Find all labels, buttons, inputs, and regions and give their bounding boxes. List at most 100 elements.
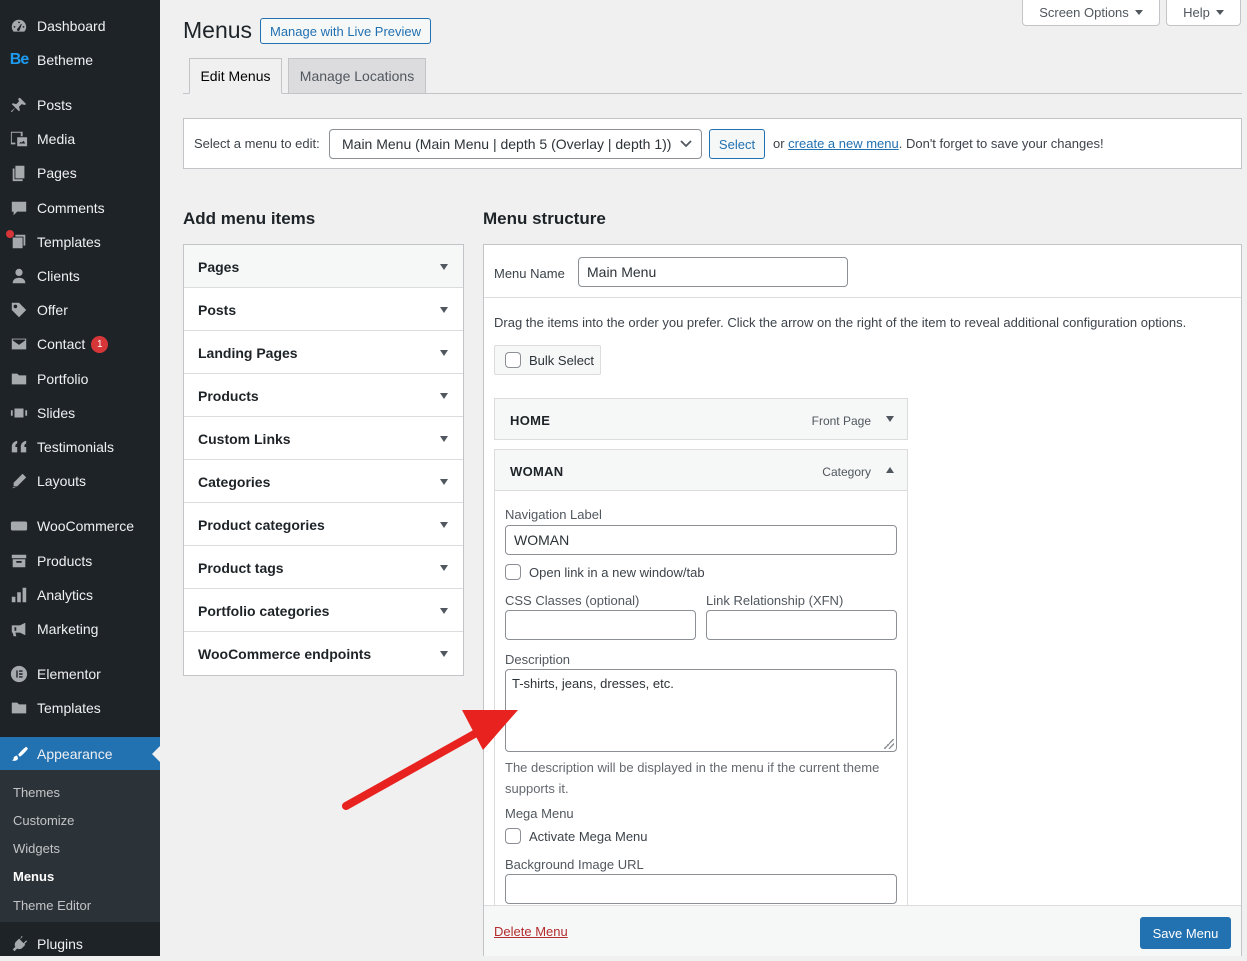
css-classes-label: CSS Classes (optional) xyxy=(505,593,640,608)
submenu-theme-editor[interactable]: Theme Editor xyxy=(13,898,91,913)
sidebar-item-label: WooCommerce xyxy=(37,518,134,534)
slides-icon xyxy=(8,402,30,424)
tab-manage-locations[interactable]: Manage Locations xyxy=(288,58,426,94)
resize-handle-icon[interactable] xyxy=(884,739,894,749)
sidebar-item-contact[interactable]: Contact 1 xyxy=(0,327,160,361)
bg-image-url-input[interactable] xyxy=(505,874,897,904)
screen-options-label: Screen Options xyxy=(1039,5,1129,20)
sidebar-item-betheme[interactable]: Be Betheme xyxy=(0,43,160,77)
chevron-up-icon[interactable] xyxy=(886,467,894,473)
help-button[interactable]: Help xyxy=(1166,0,1241,26)
accordion-title: Products xyxy=(198,388,259,404)
description-label: Description xyxy=(505,652,571,667)
sidebar-item-portfolio[interactable]: Portfolio xyxy=(0,362,160,396)
description-textarea[interactable]: T-shirts, jeans, dresses, etc. xyxy=(505,669,897,752)
submenu-customize[interactable]: Customize xyxy=(13,813,74,828)
sidebar-item-elementor[interactable]: Elementor xyxy=(0,657,160,691)
chevron-down-icon xyxy=(440,522,448,528)
sidebar-item-label: Templates xyxy=(37,700,101,716)
chevron-down-icon[interactable] xyxy=(886,416,894,422)
sidebar-item-label: Products xyxy=(37,553,93,569)
sidebar-item-elementor-templates[interactable]: Templates xyxy=(0,691,160,725)
activate-mega-menu-label: Activate Mega Menu xyxy=(529,828,648,844)
sidebar-item-slides[interactable]: Slides xyxy=(0,396,160,430)
bulk-select-button[interactable]: Bulk Select xyxy=(494,345,601,375)
select-menu-label: Select a menu to edit: xyxy=(194,136,320,151)
select-button[interactable]: Select xyxy=(709,129,765,159)
help-prefix: or xyxy=(773,136,789,151)
menu-item-settings: Navigation Label WOMAN Open link in a ne… xyxy=(494,491,908,955)
sidebar-item-clients[interactable]: Clients xyxy=(0,259,160,293)
chevron-down-icon xyxy=(680,140,692,148)
sidebar-item-dashboard[interactable]: Dashboard xyxy=(0,9,160,43)
description-value: T-shirts, jeans, dresses, etc. xyxy=(512,676,674,691)
accordion-section-product-categories[interactable]: Product categories xyxy=(184,503,463,546)
sidebar-item-media[interactable]: Media xyxy=(0,122,160,156)
sidebar-item-pages[interactable]: Pages xyxy=(0,156,160,190)
chevron-down-icon xyxy=(440,307,448,313)
bulk-select-label: Bulk Select xyxy=(529,352,595,368)
sidebar-item-appearance[interactable]: Appearance xyxy=(0,737,160,771)
accordion-section-portfolio-categories[interactable]: Portfolio categories xyxy=(184,589,463,632)
select-help-text: or create a new menu. Don't forget to sa… xyxy=(773,136,1104,151)
sidebar-item-products[interactable]: Products xyxy=(0,544,160,578)
accordion-section-products[interactable]: Products xyxy=(184,374,463,417)
help-suffix: . Don't forget to save your changes! xyxy=(898,136,1104,151)
live-preview-button[interactable]: Manage with Live Preview xyxy=(260,18,432,44)
sidebar-item-offer[interactable]: Offer xyxy=(0,293,160,327)
sidebar-item-label: Clients xyxy=(37,268,80,284)
sidebar-item-label: Layouts xyxy=(37,473,87,489)
accordion-section-landing-pages[interactable]: Landing Pages xyxy=(184,331,463,374)
sidebar-item-comments[interactable]: Comments xyxy=(0,191,160,225)
css-classes-input[interactable] xyxy=(505,610,696,640)
activate-mega-menu-option[interactable]: Activate Mega Menu xyxy=(505,828,648,844)
menu-name-label: Menu Name xyxy=(494,266,565,281)
sidebar-item-templates[interactable]: Templates xyxy=(0,225,160,259)
sidebar-item-posts[interactable]: Posts xyxy=(0,88,160,122)
woo-icon xyxy=(8,515,30,537)
sidebar-item-layouts[interactable]: Layouts xyxy=(0,464,160,498)
sidebar-item-label: Dashboard xyxy=(37,18,106,34)
sidebar-item-woocommerce[interactable]: WooCommerce xyxy=(0,509,160,543)
menu-name-input[interactable]: Main Menu xyxy=(578,257,848,287)
submenu-themes[interactable]: Themes xyxy=(13,785,60,800)
sidebar-item-label: Portfolio xyxy=(37,371,89,387)
screen-options-button[interactable]: Screen Options xyxy=(1022,0,1160,26)
chevron-down-icon xyxy=(440,608,448,614)
menu-select-dropdown[interactable]: Main Menu (Main Menu | depth 5 (Overlay … xyxy=(329,129,702,159)
accordion-section-categories[interactable]: Categories xyxy=(184,460,463,503)
xfn-input[interactable] xyxy=(706,610,897,640)
sidebar-item-label: Appearance xyxy=(37,746,113,762)
create-new-menu-link[interactable]: create a new menu xyxy=(788,136,899,151)
add-menu-items-heading: Add menu items xyxy=(183,209,316,228)
accordion-section-pages[interactable]: Pages xyxy=(184,245,463,288)
sidebar-item-label: Plugins xyxy=(37,936,83,952)
nav-label-input[interactable]: WOMAN xyxy=(505,525,897,555)
sidebar-item-label: Analytics xyxy=(37,587,94,603)
sidebar-item-label: Pages xyxy=(37,165,77,181)
open-new-tab-option[interactable]: Open link in a new window/tab xyxy=(505,564,705,580)
menu-structure-panel: Menu Name Main Menu Drag the items into … xyxy=(483,244,1242,956)
sidebar-item-testimonials[interactable]: Testimonials xyxy=(0,430,160,464)
menu-item-woman[interactable]: WOMAN Category xyxy=(494,449,908,491)
submenu-widgets[interactable]: Widgets xyxy=(13,841,60,856)
accordion-section-posts[interactable]: Posts xyxy=(184,288,463,331)
open-new-tab-checkbox[interactable] xyxy=(505,564,521,580)
folder-icon xyxy=(8,368,30,390)
menu-item-home[interactable]: HOME Front Page xyxy=(494,398,908,440)
bulk-select-checkbox[interactable] xyxy=(505,352,521,368)
sidebar-item-marketing[interactable]: Marketing xyxy=(0,612,160,646)
sidebar-item-label: Offer xyxy=(37,302,68,318)
submenu-menus[interactable]: Menus xyxy=(13,869,54,884)
sidebar-item-label: Media xyxy=(37,131,76,147)
sidebar-item-label: Posts xyxy=(37,97,73,113)
save-menu-button[interactable]: Save Menu xyxy=(1140,917,1231,949)
accordion-section-woocommerce-endpoints[interactable]: WooCommerce endpoints xyxy=(184,632,463,675)
accordion-section-custom-links[interactable]: Custom Links xyxy=(184,417,463,460)
accordion-section-product-tags[interactable]: Product tags xyxy=(184,546,463,589)
tab-edit-menus[interactable]: Edit Menus xyxy=(189,58,282,94)
sidebar-item-analytics[interactable]: Analytics xyxy=(0,578,160,612)
notification-dot xyxy=(6,230,14,238)
activate-mega-menu-checkbox[interactable] xyxy=(505,828,521,844)
delete-menu-link[interactable]: Delete Menu xyxy=(494,924,568,939)
